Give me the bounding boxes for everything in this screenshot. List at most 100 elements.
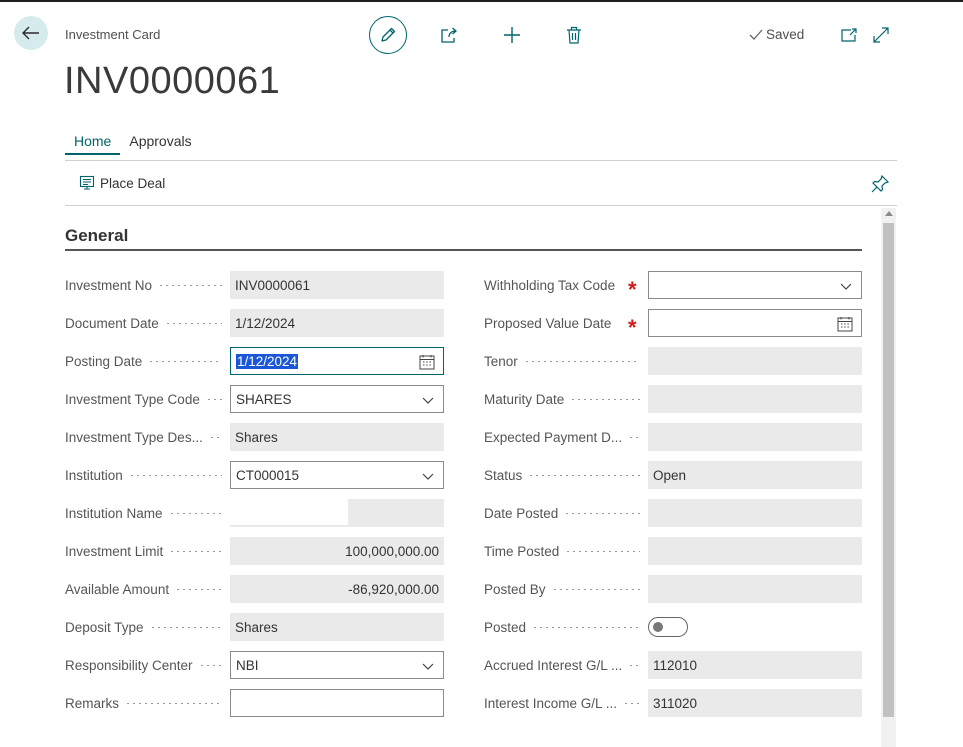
investment-no-value[interactable]: INV0000061 [230, 271, 444, 299]
field-label: Posting Date [65, 353, 143, 369]
maturity-date-value[interactable] [648, 385, 862, 413]
chevron-down-icon [422, 663, 434, 670]
responsibility-center-value: NBI [236, 657, 259, 673]
field-label: Institution Name [65, 505, 163, 521]
pin-button[interactable] [871, 174, 891, 193]
field-status: Status Open [484, 461, 862, 489]
field-expected-payment-date: Expected Payment D... [484, 423, 862, 451]
chevron-down-icon [422, 473, 434, 480]
field-deposit-type: Deposit Type Shares [65, 613, 445, 641]
withholding-tax-code-select[interactable] [648, 271, 862, 299]
calendar-icon[interactable] [837, 316, 853, 332]
field-label: Tenor [484, 353, 518, 369]
window-top-border [0, 0, 963, 2]
field-investment-limit: Investment Limit 100,000,000.00 [65, 537, 445, 565]
divider [65, 160, 897, 161]
open-new-window-icon [841, 28, 857, 42]
back-button[interactable] [14, 16, 48, 50]
field-interest-income-gl: Interest Income G/L ... 311020 [484, 689, 862, 717]
toggle-knob [653, 622, 663, 632]
posted-by-value[interactable] [648, 575, 862, 603]
investment-type-desc-value[interactable]: Shares [230, 423, 444, 451]
time-posted-value[interactable] [648, 537, 862, 565]
field-posting-date: Posting Date 1/12/2024 [65, 347, 445, 375]
document-date-value[interactable]: 1/12/2024 [230, 309, 444, 337]
responsibility-center-select[interactable]: NBI [230, 651, 444, 679]
field-label: Investment No [65, 277, 153, 293]
scrollbar-thumb[interactable] [883, 223, 894, 717]
tenor-value[interactable] [648, 347, 862, 375]
share-icon [441, 27, 457, 43]
field-label: Maturity Date [484, 391, 565, 407]
field-investment-no: Investment No INV0000061 [65, 271, 445, 299]
field-accrued-interest-gl: Accrued Interest G/L ... 112010 [484, 651, 862, 679]
interest-income-gl-value[interactable]: 311020 [648, 689, 862, 717]
posting-date-input[interactable]: 1/12/2024 [230, 347, 444, 375]
remarks-input[interactable] [230, 689, 444, 717]
field-posted: Posted [484, 613, 862, 641]
trash-icon [567, 26, 581, 44]
place-deal-label: Place Deal [100, 175, 166, 191]
tab-home[interactable]: Home [65, 133, 121, 155]
expected-payment-date-value[interactable] [648, 423, 862, 451]
scroll-up-arrow[interactable] [881, 210, 896, 220]
available-amount-value[interactable]: -86,920,000.00 [230, 575, 444, 603]
chevron-down-icon [422, 397, 434, 404]
field-label: Status [484, 467, 523, 483]
field-label: Accrued Interest G/L ... [484, 657, 623, 673]
share-button[interactable] [438, 24, 460, 46]
pin-icon [871, 174, 890, 193]
status-value[interactable]: Open [648, 461, 862, 489]
tab-approvals[interactable]: Approvals [120, 133, 200, 155]
pencil-icon [381, 27, 396, 42]
accrued-interest-gl-value[interactable]: 112010 [648, 651, 862, 679]
field-available-amount: Available Amount -86,920,000.00 [65, 575, 445, 603]
expand-button[interactable] [870, 24, 892, 46]
section-title-general: General [65, 226, 129, 245]
field-withholding-tax-code: Withholding Tax Code * [484, 271, 862, 299]
field-tenor: Tenor [484, 347, 862, 375]
field-document-date: Document Date 1/12/2024 [65, 309, 445, 337]
field-label: Interest Income G/L ... [484, 695, 618, 711]
investment-type-code-select[interactable]: SHARES [230, 385, 444, 413]
place-deal-button[interactable]: Place Deal [79, 175, 165, 191]
open-new-window-button[interactable] [838, 24, 860, 46]
field-label: Posted [484, 619, 527, 635]
field-proposed-value-date: Proposed Value Date * [484, 309, 862, 337]
plus-icon [504, 27, 520, 43]
new-button[interactable] [501, 24, 523, 46]
proposed-value-date-input[interactable] [648, 309, 862, 337]
investment-type-code-value: SHARES [236, 391, 292, 407]
document-list-icon [79, 175, 95, 190]
triangle-up-icon [884, 211, 893, 216]
delete-button[interactable] [563, 24, 585, 46]
investment-limit-value[interactable]: 100,000,000.00 [230, 537, 444, 565]
field-remarks: Remarks [65, 689, 445, 717]
divider [65, 205, 897, 206]
date-posted-value[interactable] [648, 499, 862, 527]
field-label: Institution [65, 467, 123, 483]
page-title: INV0000061 [64, 60, 281, 102]
field-label: Withholding Tax Code [484, 277, 616, 293]
chevron-down-icon [840, 283, 852, 290]
required-indicator: * [628, 277, 637, 293]
calendar-icon[interactable] [419, 354, 435, 370]
field-label: Posted By [484, 581, 546, 597]
saved-status: Saved [749, 27, 804, 42]
field-label: Investment Type Code [65, 391, 200, 407]
required-indicator: * [628, 315, 637, 331]
field-label: Expected Payment D... [484, 429, 623, 445]
field-label: Proposed Value Date [484, 315, 612, 331]
field-label: Date Posted [484, 505, 559, 521]
edit-button[interactable] [369, 16, 407, 54]
expand-icon [873, 27, 889, 43]
deposit-type-value[interactable]: Shares [230, 613, 444, 641]
field-label: Document Date [65, 315, 159, 331]
field-label: Time Posted [484, 543, 560, 559]
institution-select[interactable]: CT000015 [230, 461, 444, 489]
posted-toggle[interactable] [648, 617, 688, 637]
institution-value: CT000015 [236, 467, 300, 483]
field-label: Remarks [65, 695, 120, 711]
field-label: Investment Type Des... [65, 429, 203, 445]
vertical-scrollbar[interactable] [881, 208, 896, 747]
